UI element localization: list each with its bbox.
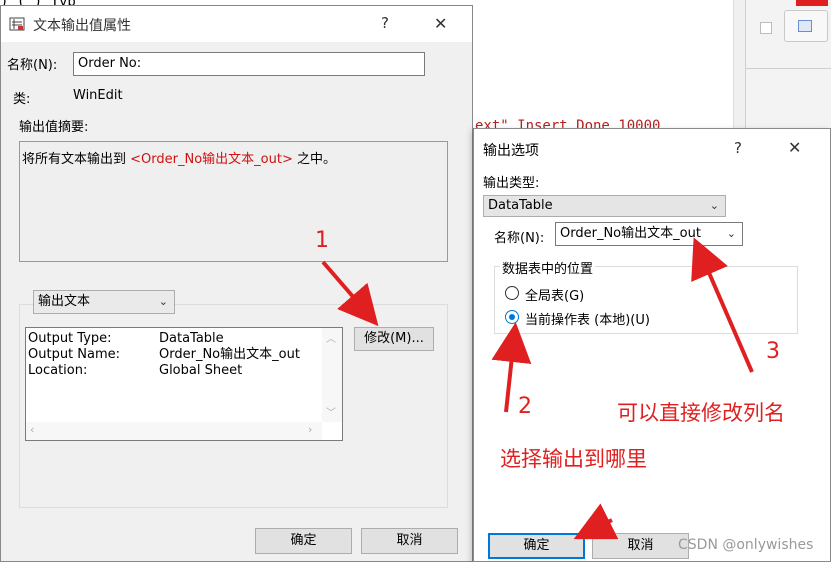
arrow-to-radio-option [491,322,532,413]
annotation-arrows [321,237,754,540]
annotation-number-3: 3 [766,339,780,364]
arrow-to-ok-button [573,503,619,540]
annotation-choose-note: 选择输出到哪里 [500,447,647,471]
annotation-number-2: 2 [518,394,532,419]
annotation-number-1: 1 [315,228,329,253]
arrow-to-name-combo [691,237,754,373]
arrow-to-modify-button [321,260,379,327]
annotation-rename-note: 可以直接修改列名 [617,401,785,425]
watermark: CSDN @onlywishes [678,537,814,553]
